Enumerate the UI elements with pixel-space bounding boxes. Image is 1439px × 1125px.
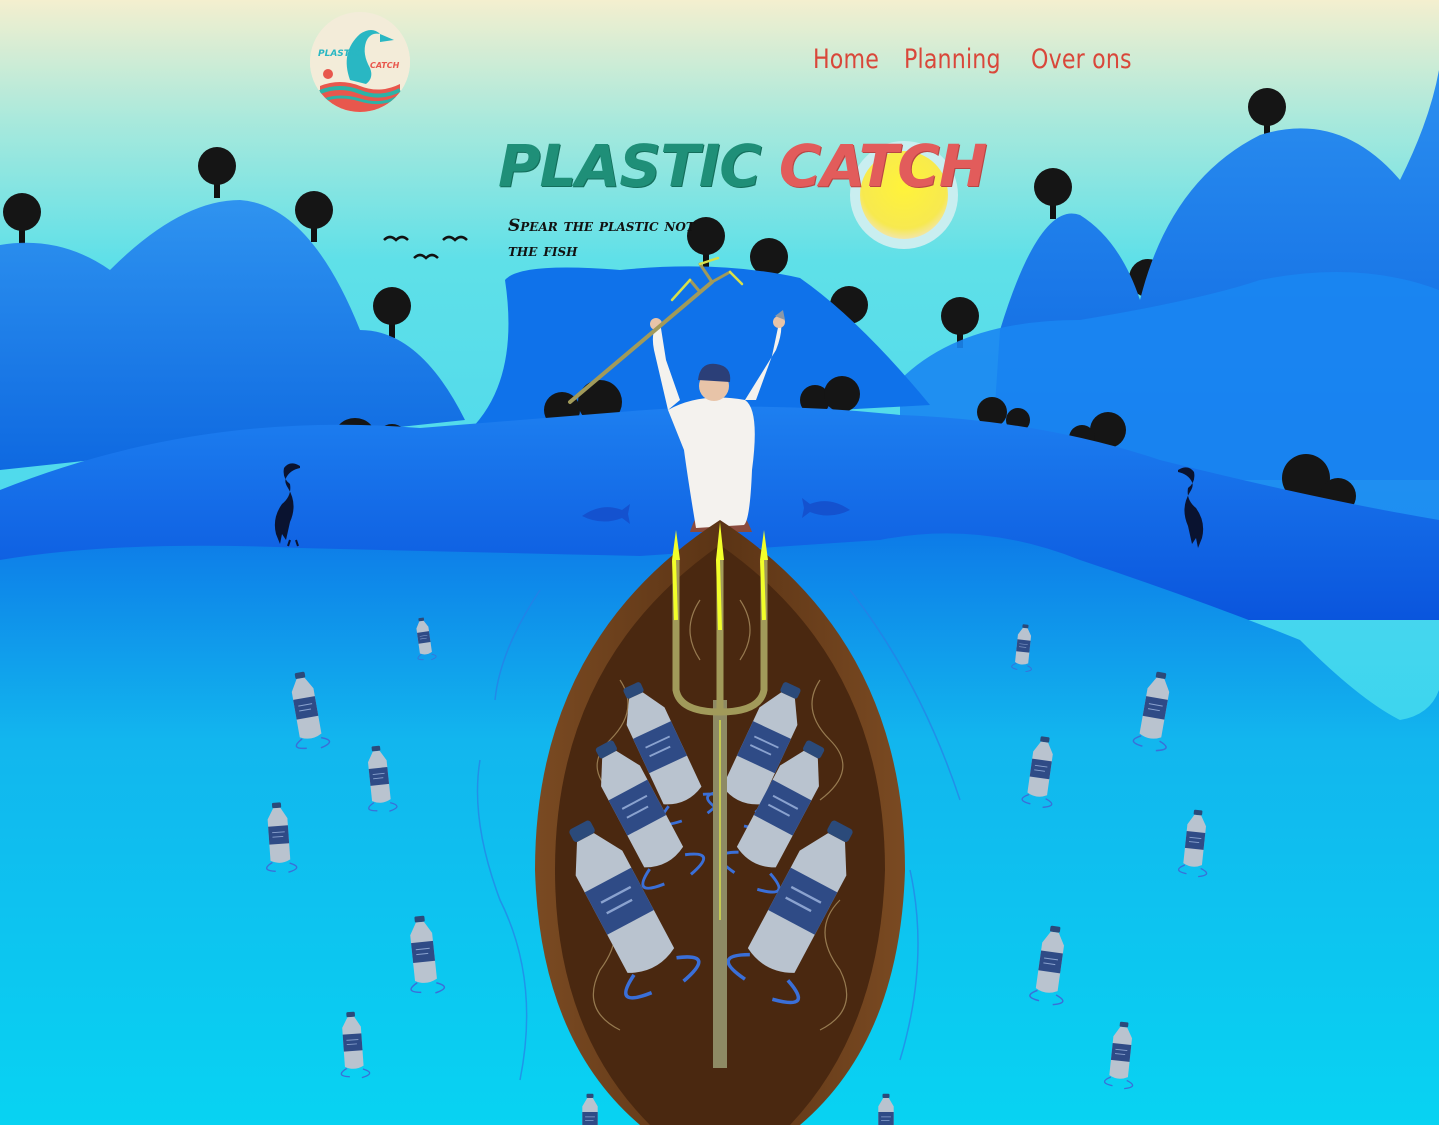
logo-top-text: PLASTIC <box>318 49 360 59</box>
logo[interactable]: PLASTIC CATCH <box>310 12 410 112</box>
heron-logo-icon: PLASTIC CATCH <box>310 12 410 112</box>
nav-planning-link[interactable]: Planning <box>904 44 1001 75</box>
top-nav: Home Planning Over ons <box>813 44 1138 75</box>
nav-home-link[interactable]: Home <box>813 44 879 75</box>
hero-title: Plastic Catch <box>498 132 988 200</box>
hero-title-word1: Plastic <box>498 132 762 200</box>
hero-title-word2: Catch <box>778 132 988 200</box>
bird-icon <box>383 235 468 260</box>
logo-bottom-text: CATCH <box>370 61 400 70</box>
nav-over-ons-link[interactable]: Over ons <box>1031 44 1132 75</box>
hero-tagline: Spear the plastic not the fish <box>508 216 695 261</box>
